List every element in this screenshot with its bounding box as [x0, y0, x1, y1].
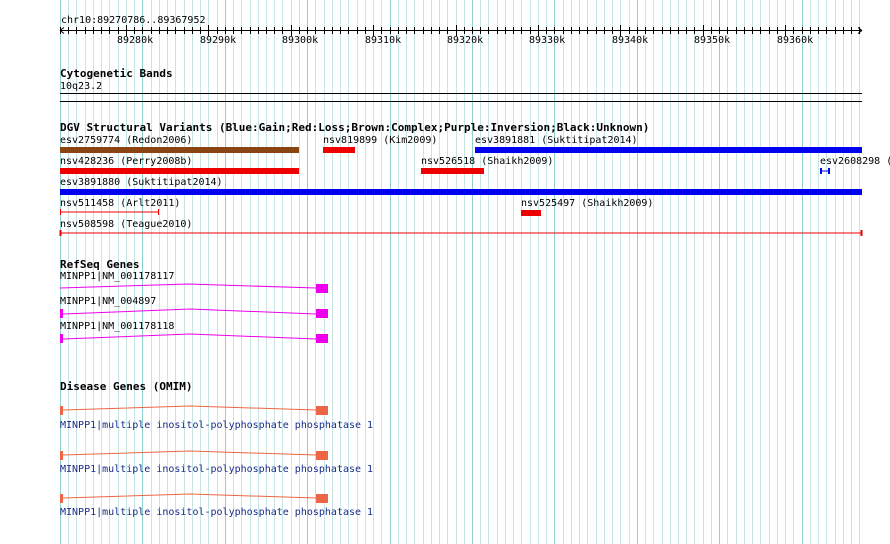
disease-gene-label: MINPP1|multiple inositol-polyphosphate p…	[60, 507, 374, 518]
genome-browser-view[interactable]: chr10:89270786..89367952 89280k 89290k 8…	[0, 0, 890, 544]
disease-gene-glyph[interactable]	[0, 0, 890, 544]
tracks-panel: chr10:89270786..89367952 89280k 89290k 8…	[0, 0, 890, 544]
